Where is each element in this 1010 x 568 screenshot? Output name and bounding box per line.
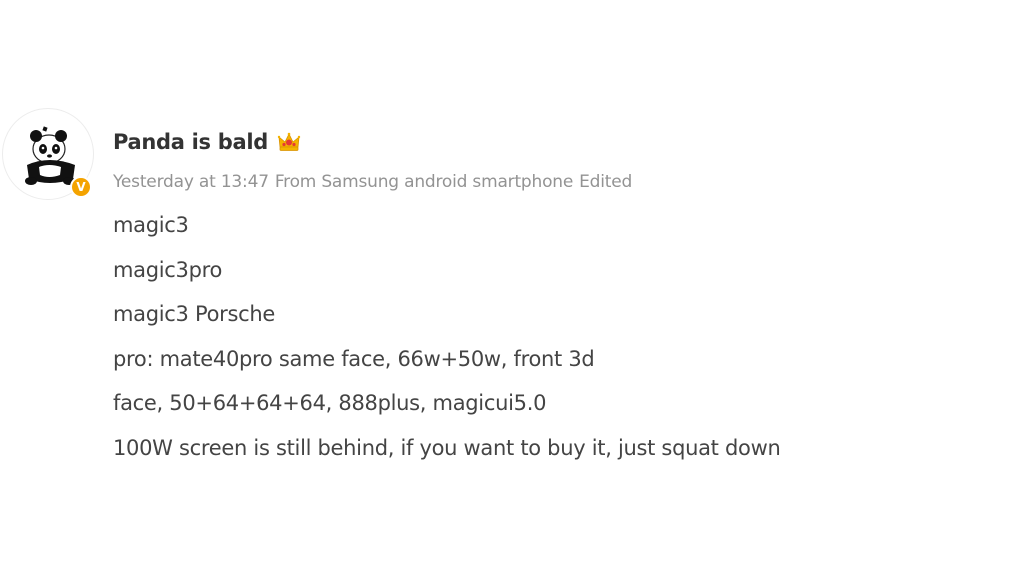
post-source: From Samsung android smartphone bbox=[274, 172, 574, 192]
username-row: Panda is bald bbox=[113, 127, 302, 157]
post-edited-label[interactable]: Edited bbox=[579, 172, 632, 192]
post-timestamp[interactable]: Yesterday at 13:47 bbox=[113, 172, 269, 192]
post-content: magic3 magic3pro magic3 Porsche pro: mat… bbox=[113, 207, 781, 475]
post-text-line: magic3 bbox=[113, 213, 189, 237]
verified-badge-icon: V bbox=[70, 176, 92, 198]
avatar-container[interactable]: V bbox=[2, 108, 94, 200]
post-text-line: 100W screen is still behind, if you want… bbox=[113, 435, 781, 460]
post-text-line: face, 50+64+64+64, 888plus, magicui5.0 bbox=[113, 391, 547, 416]
post-text-line: magic3 Porsche bbox=[113, 302, 275, 327]
post-card: V Panda is bald Yesterday at 13:47 From S… bbox=[0, 0, 1010, 568]
post-text-line: pro: mate40pro same face, 66w+50w, front… bbox=[113, 346, 595, 371]
post-text-line: magic3pro bbox=[113, 257, 223, 282]
crown-icon bbox=[277, 132, 301, 151]
post-meta: Yesterday at 13:47 From Samsung android s… bbox=[113, 172, 632, 194]
username-link[interactable]: Panda is bald bbox=[113, 130, 268, 154]
